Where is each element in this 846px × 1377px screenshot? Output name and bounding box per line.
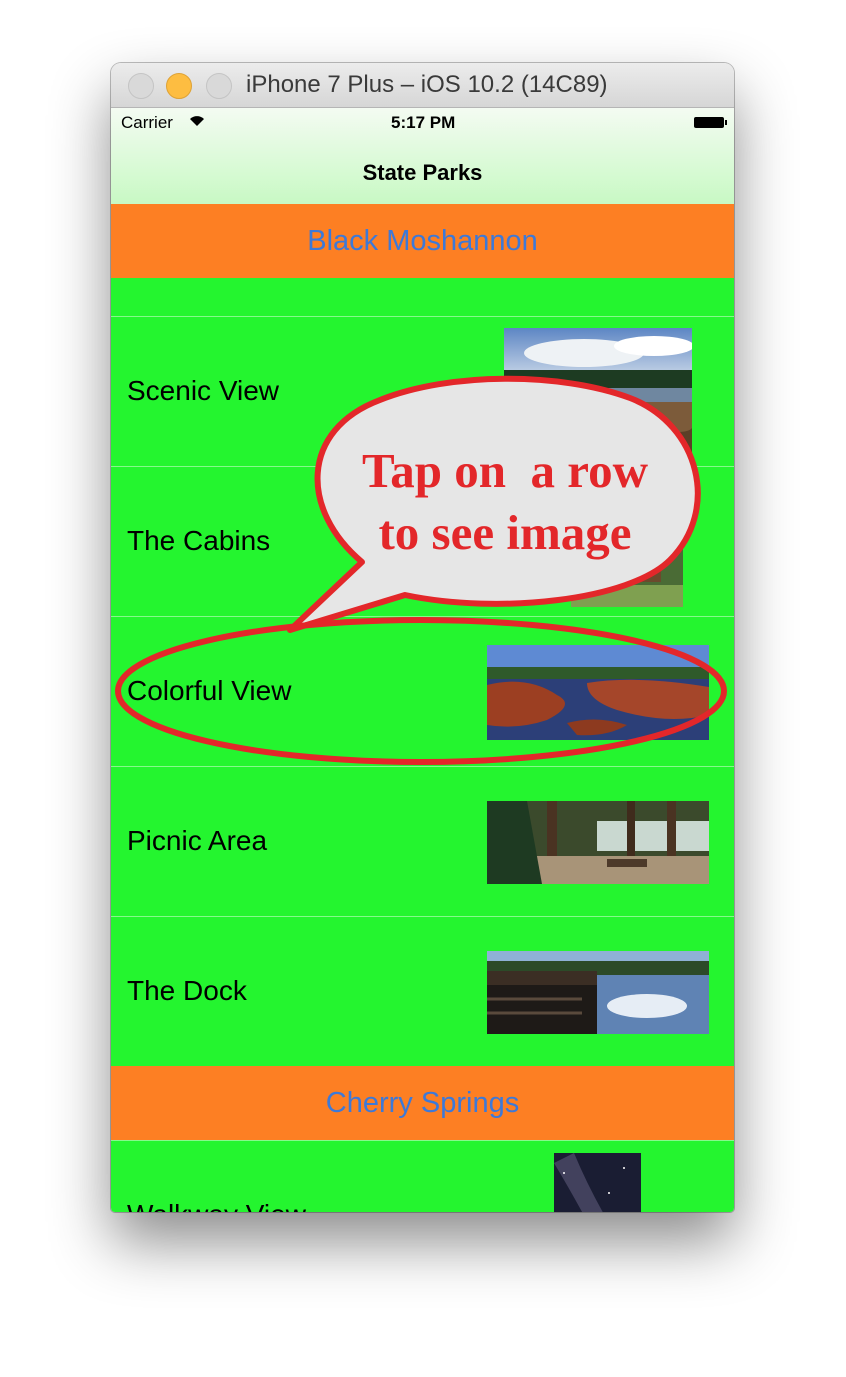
table-row[interactable]: Walkway View bbox=[111, 1140, 734, 1212]
row-label: Picnic Area bbox=[127, 825, 268, 856]
wifi-icon bbox=[188, 114, 206, 131]
nav-title: State Parks bbox=[362, 160, 483, 185]
callout-line-2: to see image bbox=[378, 505, 632, 560]
row-label: Scenic View bbox=[127, 375, 280, 406]
navigation-bar: Carrier 5:17 PM State Parks bbox=[111, 108, 734, 205]
colorful-view-thumbnail bbox=[487, 645, 709, 740]
carrier-label: Carrier bbox=[121, 113, 173, 132]
window-titlebar: iPhone 7 Plus – iOS 10.2 (14C89) bbox=[111, 63, 734, 108]
simulator-window: iPhone 7 Plus – iOS 10.2 (14C89) Carrier… bbox=[111, 63, 734, 1212]
row-label: The Cabins bbox=[127, 525, 271, 556]
clock-label: 5:17 PM bbox=[391, 113, 456, 132]
table-row[interactable]: The Dock bbox=[111, 916, 734, 1067]
window-title: iPhone 7 Plus – iOS 10.2 (14C89) bbox=[246, 71, 608, 98]
battery-icon bbox=[694, 117, 727, 128]
table-row[interactable]: Colorful View bbox=[111, 616, 734, 767]
the-dock-thumbnail bbox=[487, 951, 709, 1034]
callout-text: Tap on a row to see image bbox=[330, 440, 680, 564]
row-label: Colorful View bbox=[127, 675, 292, 706]
close-button[interactable] bbox=[128, 73, 154, 99]
zoom-button[interactable] bbox=[206, 73, 232, 99]
row-label: Walkway View bbox=[127, 1199, 306, 1212]
scenic-view-thumbnail bbox=[504, 328, 692, 456]
picnic-area-thumbnail bbox=[487, 801, 709, 884]
callout-line-1: Tap on a row bbox=[362, 443, 648, 498]
table-row[interactable]: Picnic Area bbox=[111, 766, 734, 917]
section-header-cherry-springs: Cherry Springs bbox=[111, 1066, 734, 1140]
walkway-view-thumbnail bbox=[554, 1153, 641, 1212]
minimize-button[interactable] bbox=[166, 73, 192, 99]
phone-screen: Carrier 5:17 PM State Parks Black Moshan… bbox=[111, 108, 734, 1212]
section-header-black-moshannon: Black Moshannon bbox=[111, 204, 734, 278]
row-label: The Dock bbox=[127, 975, 247, 1006]
